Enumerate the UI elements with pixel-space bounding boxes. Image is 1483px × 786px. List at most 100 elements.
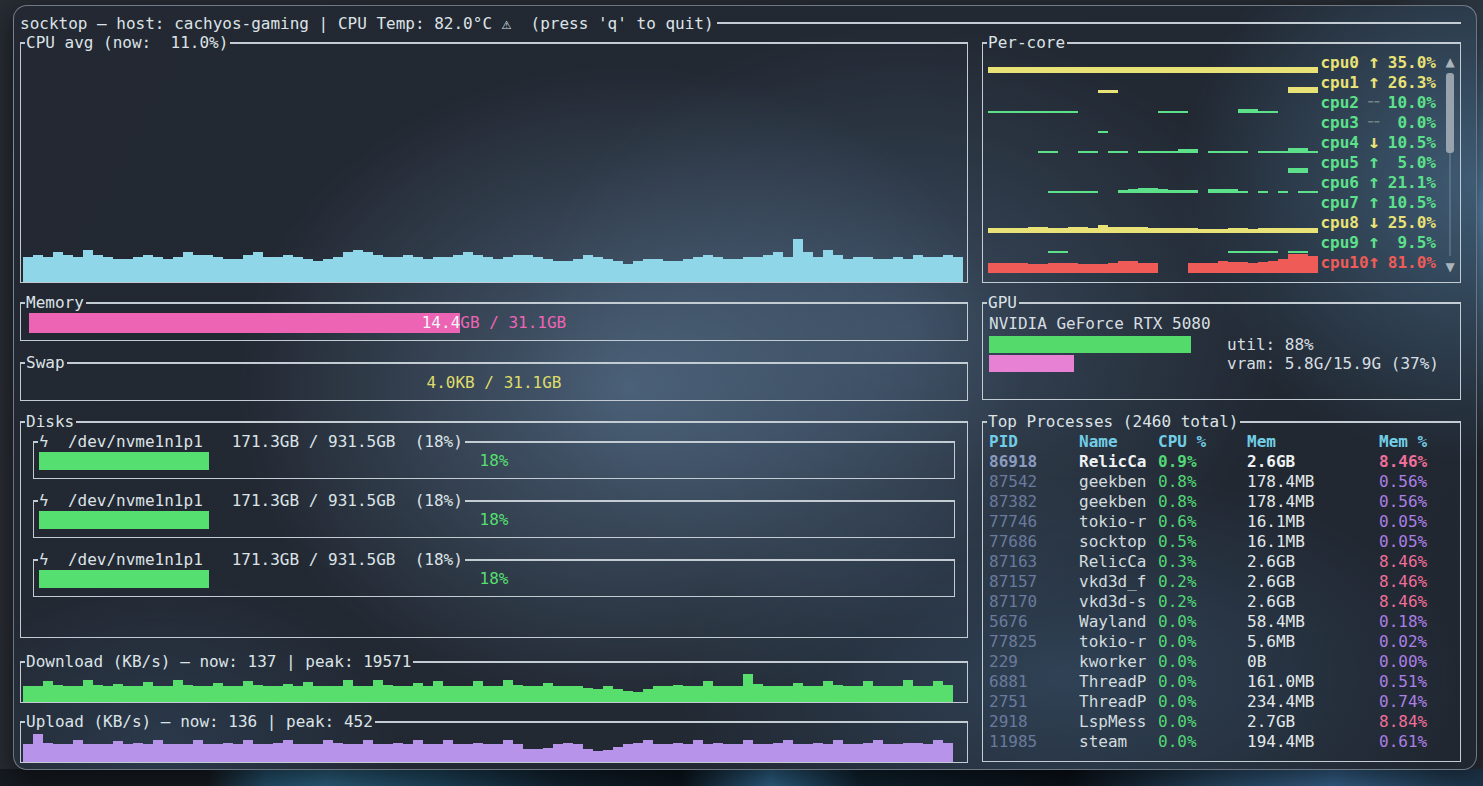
process-name: vkd3d_f: [1079, 572, 1158, 592]
process-mem-percent: 8.46%: [1379, 592, 1460, 612]
table-row: 2918 LspMess 0.0% 2.7GB 8.84%: [989, 712, 1460, 732]
process-mem: 16.1MB: [1247, 532, 1379, 552]
process-cpu: 0.0%: [1158, 692, 1247, 712]
process-cpu: 0.8%: [1158, 472, 1247, 492]
process-mem-percent: 8.84%: [1379, 712, 1460, 732]
scroll-up-icon[interactable]: ▲: [1444, 55, 1456, 69]
border-segment: [465, 500, 955, 502]
scroll-down-icon[interactable]: ▼: [1444, 260, 1456, 274]
border-segment: [230, 42, 968, 44]
process-pid: 229: [989, 652, 1079, 672]
download-history-chart: [23, 672, 965, 702]
core-label: cpu6 ↑ 21.1%: [1320, 173, 1460, 193]
process-cpu: 0.0%: [1158, 672, 1247, 692]
core-label: cpu7 ↑ 10.5%: [1320, 193, 1460, 213]
disk-item: ϟ /dev/nvme1n1p1 171.3GB / 931.5GB (18%)…: [33, 550, 955, 597]
core-label: cpu5 ↑ 5.0%: [1320, 153, 1460, 173]
disk-device: /dev/nvme1n1p1: [49, 491, 203, 511]
cpu-history-chart: [23, 53, 965, 282]
gpu-util-track: [989, 336, 1219, 353]
border-segment: [86, 302, 968, 304]
process-pid: 87163: [989, 552, 1079, 572]
download-panel: Download (KB/s) — now: 137 | peak: 19571: [20, 652, 968, 703]
per-core-body: cpu0 ↑ 35.0% cpu1 ↑ 26.3% cpu2 ╌ 10.0% c…: [982, 43, 1461, 283]
disk-device: /dev/nvme1n1p1: [49, 550, 203, 570]
process-mem: 178.4MB: [1247, 472, 1379, 492]
cpu-avg-panel: CPU avg (now: 11.0%): [20, 33, 968, 283]
table-row: 86918 RelicCa 0.9% 2.6GB 8.46%: [989, 452, 1460, 472]
core-history-sparkline: [988, 93, 1320, 113]
border-segment: [67, 362, 968, 364]
core-row: cpu9 ↑ 9.5%: [988, 233, 1460, 253]
table-row: 77686 socktop 0.5% 16.1MB 0.05%: [989, 532, 1460, 552]
core-row: cpu6 ↑ 21.1%: [988, 173, 1460, 193]
upload-panel: Upload (KB/s) — now: 136 | peak: 452: [20, 712, 968, 763]
process-mem-percent: 0.00%: [1379, 652, 1460, 672]
disk-item: ϟ /dev/nvme1n1p1 171.3GB / 931.5GB (18%)…: [33, 432, 955, 479]
swap-title: Swap: [25, 353, 67, 373]
col-header-cpu: CPU %: [1158, 432, 1247, 452]
process-pid: 87382: [989, 492, 1079, 512]
table-row: 77746 tokio-r 0.6% 16.1MB 0.05%: [989, 512, 1460, 532]
process-mem-percent: 0.51%: [1379, 672, 1460, 692]
table-row: 11985 steam 0.0% 194.4MB 0.61%: [989, 732, 1460, 752]
process-mem: 2.7GB: [1247, 712, 1379, 732]
process-pid: 11985: [989, 732, 1079, 752]
lightning-icon: ϟ: [39, 491, 49, 511]
core-history-sparkline: [988, 233, 1320, 253]
border-segment: [1019, 302, 1461, 304]
process-mem: 2.6GB: [1247, 452, 1379, 472]
process-mem: 5.6MB: [1247, 632, 1379, 652]
process-cpu: 0.9%: [1158, 452, 1247, 472]
process-pid: 2751: [989, 692, 1079, 712]
core-row: cpu1 ↑ 26.3%: [988, 73, 1460, 93]
process-cpu: 0.5%: [1158, 532, 1247, 552]
core-row: cpu10↑ 81.0%: [988, 253, 1460, 273]
gpu-vram-bar: [989, 355, 1074, 372]
process-mem-percent: 0.56%: [1379, 492, 1460, 512]
process-mem-percent: 0.56%: [1379, 472, 1460, 492]
titlebar-line: [717, 22, 1461, 24]
scrollbar[interactable]: ▲ ▼: [1444, 55, 1456, 274]
cpu-avg-body: [20, 43, 968, 283]
process-cpu: 0.8%: [1158, 492, 1247, 512]
disk-bar-label: 18%: [34, 511, 954, 529]
core-label: cpu4 ↓ 10.5%: [1320, 133, 1460, 153]
table-row: 5676 Wayland 0.0% 58.4MB 0.18%: [989, 612, 1460, 632]
process-pid: 5676: [989, 612, 1079, 632]
disk-percent: (18%): [395, 432, 462, 452]
table-row: 87382 geekben 0.8% 178.4MB 0.56%: [989, 492, 1460, 512]
memory-meter: 14.4GB / 31.1GB 14.4GB / 31.1GB: [29, 313, 959, 333]
process-cpu: 0.0%: [1158, 612, 1247, 632]
table-row: 87157 vkd3d_f 0.2% 2.6GB 8.46%: [989, 572, 1460, 592]
process-name: RelicCa: [1079, 452, 1158, 472]
per-core-panel: Per-core cpu0 ↑ 35.0% cpu1 ↑ 26.3% cpu2 …: [982, 33, 1461, 283]
lightning-icon: ϟ: [39, 550, 49, 570]
upload-title: Upload (KB/s) — now: 136 | peak: 452: [25, 712, 375, 732]
border-segment: [375, 721, 968, 723]
core-row: cpu2 ╌ 10.0%: [988, 93, 1460, 113]
processes-title: Top Processes (2460 total): [987, 412, 1240, 432]
border-segment: [465, 441, 955, 443]
process-mem: 2.6GB: [1247, 572, 1379, 592]
process-mem-percent: 0.74%: [1379, 692, 1460, 712]
process-cpu: 0.3%: [1158, 552, 1247, 572]
core-history-sparkline: [988, 133, 1320, 153]
process-name: ThreadP: [1079, 692, 1158, 712]
process-name: socktop: [1079, 532, 1158, 552]
scrollbar-thumb[interactable]: [1446, 73, 1454, 153]
process-cpu: 0.2%: [1158, 572, 1247, 592]
gpu-util-bar: [989, 336, 1191, 353]
process-mem: 58.4MB: [1247, 612, 1379, 632]
processes-body: PID Name CPU % Mem Mem % 86918 RelicCa 0…: [982, 422, 1461, 762]
process-mem: 2.6GB: [1247, 592, 1379, 612]
core-row: cpu5 ↑ 5.0%: [988, 153, 1460, 173]
process-cpu: 0.2%: [1158, 592, 1247, 612]
process-mem-percent: 0.18%: [1379, 612, 1460, 632]
gpu-vram-track: [989, 355, 1219, 372]
process-name: RelicCa: [1079, 552, 1158, 572]
process-name: geekben: [1079, 472, 1158, 492]
disks-panel: Disks ϟ /dev/nvme1n1p1 171.3GB / 931.5GB…: [20, 412, 968, 638]
table-row: 87163 RelicCa 0.3% 2.6GB 8.46%: [989, 552, 1460, 572]
process-mem: 178.4MB: [1247, 492, 1379, 512]
